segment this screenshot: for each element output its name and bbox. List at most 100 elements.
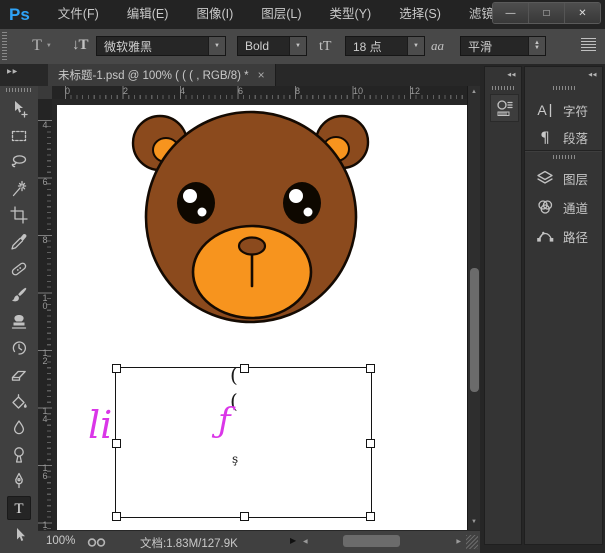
panel-button-paragraph[interactable]: ¶ 段落 xyxy=(525,123,602,151)
panel-button-character[interactable]: A 字符 xyxy=(525,96,602,124)
menu-image[interactable]: 图像(I) xyxy=(182,0,247,29)
panel-gripper[interactable] xyxy=(492,86,514,90)
font-family-select[interactable]: 微软雅黑 ▼ xyxy=(96,36,226,56)
spot-healing-brush-tool[interactable] xyxy=(7,257,31,281)
font-style-select[interactable]: Bold ▼ xyxy=(237,36,307,56)
menu-file[interactable]: 文件(F) xyxy=(44,0,113,29)
font-style-dropdown-arrow[interactable]: ▼ xyxy=(289,37,306,55)
panel-button-channels[interactable]: 通道 xyxy=(525,193,602,221)
vertical-scroll-thumb[interactable] xyxy=(470,268,479,392)
transform-handle[interactable] xyxy=(366,439,375,448)
paths-panel-icon xyxy=(535,226,555,246)
vertical-scrollbar[interactable]: ▲ ▼ xyxy=(467,86,481,530)
chevron-down-icon: ▼ xyxy=(413,44,419,49)
lasso-tool-icon xyxy=(9,152,29,172)
transform-handle[interactable] xyxy=(366,512,375,521)
paint-bucket-tool-icon xyxy=(9,392,29,412)
panel-button-paths[interactable]: 路径 xyxy=(525,222,602,250)
menu-select[interactable]: 选择(S) xyxy=(385,0,455,29)
panel-gripper[interactable] xyxy=(553,86,575,90)
horizontal-scroll-thumb[interactable] xyxy=(343,535,400,547)
transform-handle[interactable] xyxy=(112,364,121,373)
text-layer-bounding-box[interactable]: ( ( ƒ ş li xyxy=(115,367,372,518)
history-brush-tool[interactable] xyxy=(7,336,31,360)
svg-text:T: T xyxy=(14,501,23,517)
paint-bucket-tool[interactable] xyxy=(7,390,31,414)
resize-grip[interactable] xyxy=(466,535,478,549)
eye-highlight xyxy=(289,189,303,203)
collapse-dock-icon[interactable]: ◀◀ xyxy=(588,72,597,78)
text-char: ƒ xyxy=(218,404,231,438)
type-tool-icon: T xyxy=(9,498,29,518)
zoom-level-field[interactable]: 100% xyxy=(46,535,75,547)
clone-stamp-tool-icon xyxy=(9,312,29,332)
canvas-viewport[interactable]: ( ( ƒ ş li xyxy=(52,99,467,530)
rectangular-marquee-tool[interactable] xyxy=(7,124,31,148)
text-char: li xyxy=(88,406,112,444)
text-orientation-toggle[interactable]: ↓T xyxy=(72,37,88,54)
tool-preset-picker[interactable]: T ▼ xyxy=(22,35,62,57)
font-style-value: Bold xyxy=(245,39,269,53)
status-circles-icon xyxy=(86,537,108,548)
close-button[interactable]: ✕ xyxy=(565,3,600,23)
transform-handle[interactable] xyxy=(240,512,249,521)
eyedropper-tool[interactable] xyxy=(7,230,31,254)
ruler-corner[interactable] xyxy=(38,86,53,100)
panel-gripper[interactable] xyxy=(553,155,575,159)
panel-menu-icon[interactable] xyxy=(581,38,596,52)
font-family-dropdown-arrow[interactable]: ▼ xyxy=(208,37,225,55)
properties-panel-icon xyxy=(495,98,515,118)
move-tool[interactable] xyxy=(7,97,31,121)
document-tab[interactable]: 未标题-1.psd @ 100% ( ( ( , RGB/8) * × xyxy=(48,64,276,86)
anti-alias-method-select[interactable]: 平滑 ▲ ▼ xyxy=(460,36,546,56)
water-drop-icon xyxy=(9,418,29,438)
panel-label: 路径 xyxy=(563,227,588,246)
anti-alias-spinner[interactable]: ▲ ▼ xyxy=(528,37,545,55)
font-size-dropdown-arrow[interactable]: ▼ xyxy=(407,37,424,55)
tools-panel-gripper[interactable] xyxy=(6,88,32,92)
crop-tool[interactable] xyxy=(7,203,31,227)
horizontal-type-tool[interactable]: T xyxy=(7,496,31,520)
pen-tool[interactable] xyxy=(7,469,31,493)
brush-tool[interactable] xyxy=(7,283,31,307)
font-size-value: 18 点 xyxy=(353,38,382,55)
menu-layer[interactable]: 图层(L) xyxy=(247,0,315,29)
transform-handle[interactable] xyxy=(112,439,121,448)
font-size-select[interactable]: 18 点 ▼ xyxy=(345,36,425,56)
collapse-dock-icon[interactable]: ◀◀ xyxy=(507,72,516,78)
status-flyout-arrow-icon[interactable]: ▶ xyxy=(290,536,296,545)
scroll-down-icon[interactable]: ▼ xyxy=(471,519,477,525)
properties-panel-button[interactable] xyxy=(490,94,519,122)
maximize-button[interactable]: □ xyxy=(529,3,565,23)
scroll-right-icon[interactable]: ▶ xyxy=(456,538,461,545)
minimize-button[interactable]: — xyxy=(493,3,529,23)
path-selection-tool[interactable] xyxy=(7,523,31,547)
selection-arrow-icon xyxy=(9,525,29,545)
scroll-left-icon[interactable]: ◀ xyxy=(303,538,308,545)
lasso-tool[interactable] xyxy=(7,150,31,174)
menu-type[interactable]: 类型(Y) xyxy=(316,0,386,29)
clone-stamp-tool[interactable] xyxy=(7,310,31,334)
transform-handle[interactable] xyxy=(112,512,121,521)
brush-tool-icon xyxy=(9,285,29,305)
panel-label: 图层 xyxy=(563,169,588,188)
transform-handle[interactable] xyxy=(240,364,249,373)
ruler-label: 14 xyxy=(40,406,50,422)
horizontal-scrollbar[interactable]: ◀ ▶ xyxy=(303,533,461,551)
menu-edit[interactable]: 编辑(E) xyxy=(113,0,183,29)
magic-wand-tool[interactable] xyxy=(7,177,31,201)
options-bar-gripper[interactable] xyxy=(2,32,7,60)
scroll-up-icon[interactable]: ▲ xyxy=(471,89,477,95)
bear-nose xyxy=(239,238,265,255)
blur-tool[interactable] xyxy=(7,416,31,440)
dodge-tool[interactable] xyxy=(7,443,31,467)
chevron-down-icon: ▼ xyxy=(295,44,301,49)
ruler-label: 18 xyxy=(40,520,50,530)
tab-close-icon[interactable]: × xyxy=(258,68,265,82)
eraser-tool[interactable] xyxy=(7,363,31,387)
transform-handle[interactable] xyxy=(366,364,375,373)
tab-expander-icon[interactable]: ▶▶ xyxy=(7,68,18,75)
vertical-ruler: 4 6 8 10 12 14 16 18 xyxy=(38,99,53,530)
text-char: ( xyxy=(230,365,238,385)
panel-button-layers[interactable]: 图层 xyxy=(525,164,602,192)
